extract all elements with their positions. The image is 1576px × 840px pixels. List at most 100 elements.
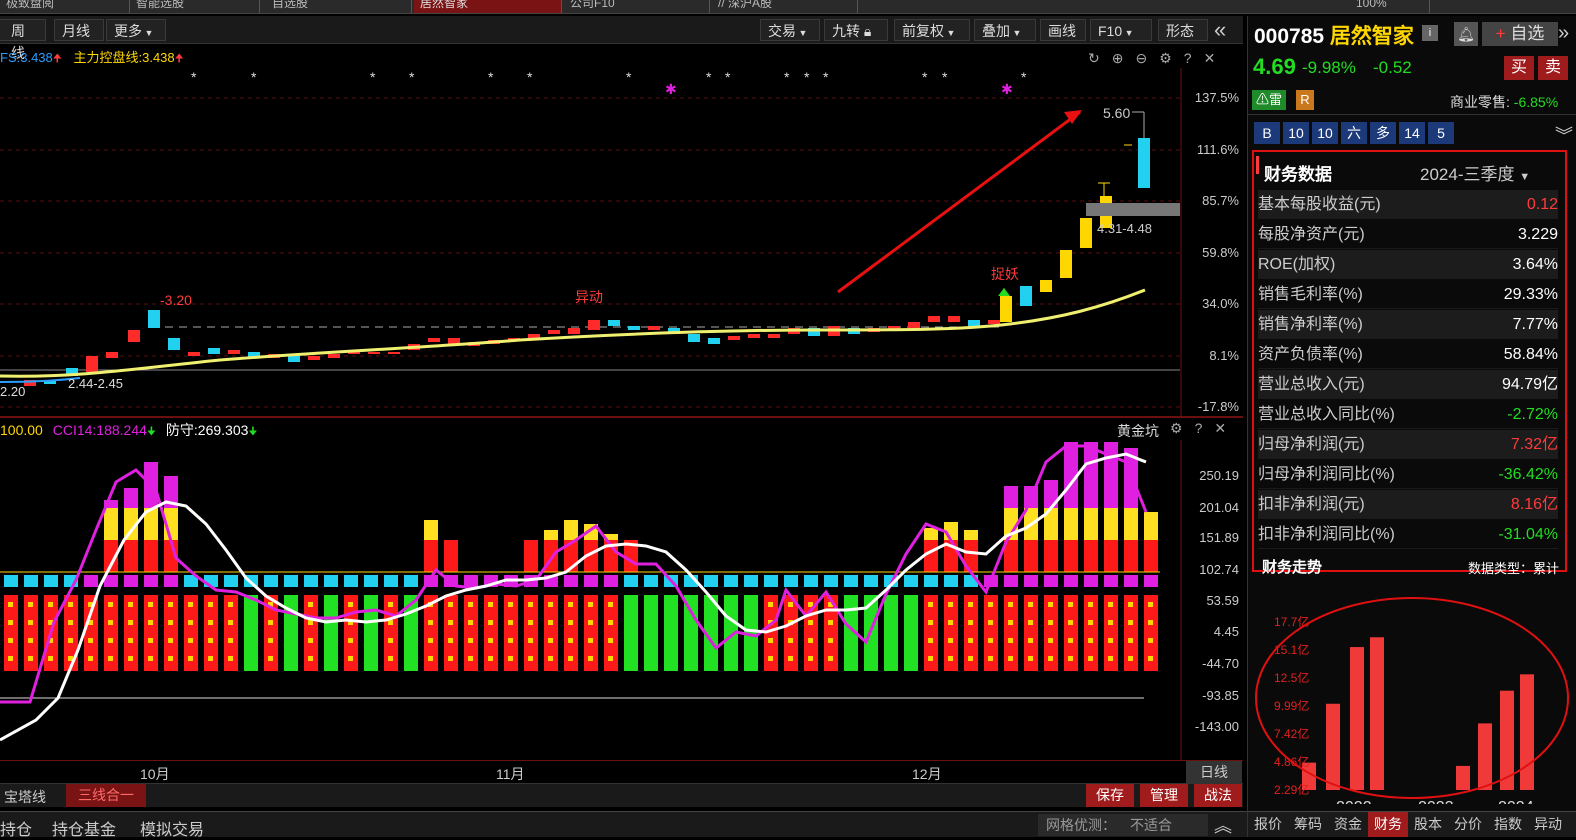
side-tab[interactable]: 筹码: [1288, 812, 1328, 837]
tag-10a[interactable]: 10: [1283, 122, 1309, 144]
period-select[interactable]: 2024-三季度 ▼: [1420, 160, 1530, 185]
revenue-chart[interactable]: 17.7亿15.1亿12.5亿9.99亿7.42亿4.86亿2.29亿 2022…: [1252, 586, 1572, 804]
candle: [568, 328, 580, 334]
week-button[interactable]: 周线: [0, 19, 46, 61]
tactic-button[interactable]: 战法: [1194, 784, 1242, 807]
side-tab[interactable]: 报价: [1248, 812, 1288, 837]
collapse-left-icon[interactable]: «: [1214, 17, 1226, 43]
sell-button[interactable]: 卖: [1538, 56, 1568, 80]
price-chart[interactable]: * * * * * * * * * * * * * * * ✱ ✱: [0, 68, 1243, 416]
close-icon[interactable]: ✕: [1204, 50, 1228, 66]
revenue-bar: [1478, 723, 1492, 790]
dot-marker: [548, 638, 553, 643]
thunder-badge[interactable]: ⚠雷: [1252, 90, 1287, 110]
signal-bar: [904, 575, 918, 587]
adjust-button[interactable]: 前复权 ▼: [894, 19, 970, 41]
data-type[interactable]: 数据类型：累计: [1468, 558, 1559, 577]
fin-row: 销售净利率(%) 7.77%: [1258, 310, 1558, 339]
tab-tower-line[interactable]: 宝塔线: [4, 787, 46, 807]
help-icon[interactable]: ?: [1184, 50, 1204, 66]
fund-tab[interactable]: 持仓基金: [52, 816, 116, 840]
candle: [588, 320, 600, 330]
cci-bar: [924, 540, 938, 572]
manage-button[interactable]: 管理: [1140, 784, 1188, 807]
more-button[interactable]: 更多 ▼: [106, 19, 166, 41]
trend-title: 财务走势: [1262, 559, 1323, 576]
dot-marker: [168, 602, 173, 607]
signal-bar: [384, 575, 398, 587]
help-icon[interactable]: ?: [1195, 420, 1215, 436]
dot-marker: [568, 656, 573, 661]
side-tab[interactable]: 资金: [1328, 812, 1368, 837]
candle: [1138, 138, 1150, 188]
dot-marker: [1088, 620, 1093, 625]
tag-10b[interactable]: 10: [1312, 122, 1338, 144]
dot-marker: [108, 602, 113, 607]
stock-panel: 000785 居然智家 i 🔔︎ + 自选 » 4.69 -9.98% -0.5…: [1247, 16, 1576, 837]
tab-smart-picker[interactable]: 智能选股: [130, 0, 260, 13]
grid-test: 网格优测： 不适合: [1038, 814, 1208, 836]
gear-icon[interactable]: ⚙: [1170, 420, 1195, 436]
caret-down-icon: ▼: [1010, 28, 1022, 38]
dot-marker: [128, 656, 133, 661]
dot-marker: [828, 656, 833, 661]
sim-trade-tab[interactable]: 模拟交易: [140, 816, 204, 840]
side-tab[interactable]: 异动: [1528, 812, 1568, 837]
side-tab[interactable]: 股本: [1408, 812, 1448, 837]
month-button[interactable]: 月线: [54, 19, 104, 41]
tag-b[interactable]: B: [1254, 122, 1280, 144]
zoom-out-icon[interactable]: ⊖: [1135, 50, 1159, 66]
signal-bar: [704, 575, 718, 587]
cci-bar: [924, 528, 938, 540]
hold-tab[interactable]: 持仓: [0, 816, 32, 840]
tag-long[interactable]: 多: [1370, 122, 1396, 144]
collapse-right-icon[interactable]: »: [1558, 22, 1569, 45]
dot-marker: [468, 602, 473, 607]
candle: [908, 322, 920, 328]
dot-marker: [568, 638, 573, 643]
star-marker: *: [804, 69, 810, 85]
draw-line-button[interactable]: 画线: [1040, 19, 1086, 41]
gear-icon[interactable]: ⚙: [1159, 50, 1184, 66]
fin-row: 归母净利润(元) 7.32亿: [1258, 430, 1558, 459]
tab-f10[interactable]: 公司F10: [564, 0, 710, 13]
tab-a-shares[interactable]: // 深沪A股: [712, 0, 858, 13]
indicator-chart[interactable]: [0, 440, 1243, 760]
trade-button[interactable]: 交易 ▼: [760, 19, 820, 41]
close-icon[interactable]: ✕: [1214, 420, 1238, 436]
candle: [768, 334, 780, 338]
save-button[interactable]: 保存: [1086, 784, 1134, 807]
side-tab[interactable]: 指数: [1488, 812, 1528, 837]
info-icon[interactable]: i: [1422, 25, 1438, 41]
zoom-in-icon[interactable]: ⊕: [1112, 50, 1136, 66]
signal-bar: [44, 575, 58, 587]
tag-six[interactable]: 六: [1341, 122, 1367, 144]
nine-turn-button[interactable]: 九转 🔒︎: [824, 19, 888, 41]
tab-watchlist[interactable]: 自选股: [266, 0, 412, 13]
r-badge[interactable]: R: [1296, 90, 1314, 110]
tag-row: B 10 10 六多 14 5: [1254, 122, 1457, 144]
tab-stock[interactable]: 居然智家: [414, 0, 562, 13]
chevron-down-icon[interactable]: ︾: [1555, 122, 1573, 148]
refresh-icon[interactable]: ↻: [1088, 50, 1112, 66]
overlay-button[interactable]: 叠加 ▼: [974, 19, 1036, 41]
tab-market[interactable]: 极致盘阅: [0, 0, 130, 13]
expand-up-icon[interactable]: ︽: [1214, 812, 1232, 838]
add-watchlist-button[interactable]: + 自选: [1482, 22, 1558, 46]
side-tab[interactable]: 分价: [1448, 812, 1488, 837]
side-tab[interactable]: 财务: [1368, 812, 1408, 837]
pattern-button[interactable]: 形态: [1158, 19, 1208, 41]
trend-bar: [884, 595, 898, 671]
fin-row: 基本每股收益(元) 0.12: [1258, 190, 1558, 219]
tag-14[interactable]: 14: [1399, 122, 1425, 144]
bell-icon[interactable]: 🔔︎: [1454, 22, 1478, 46]
period-button[interactable]: 日线: [1186, 761, 1242, 783]
dot-marker: [168, 638, 173, 643]
tab-three-line[interactable]: 三线合一: [66, 784, 146, 807]
signal-bar: [944, 575, 958, 587]
dot-marker: [128, 620, 133, 625]
f10-button[interactable]: F10 ▼: [1090, 19, 1152, 41]
tag-5[interactable]: 5: [1428, 122, 1454, 144]
indicator-name[interactable]: 黄金坑: [1117, 421, 1159, 441]
buy-button[interactable]: 买: [1504, 56, 1534, 80]
